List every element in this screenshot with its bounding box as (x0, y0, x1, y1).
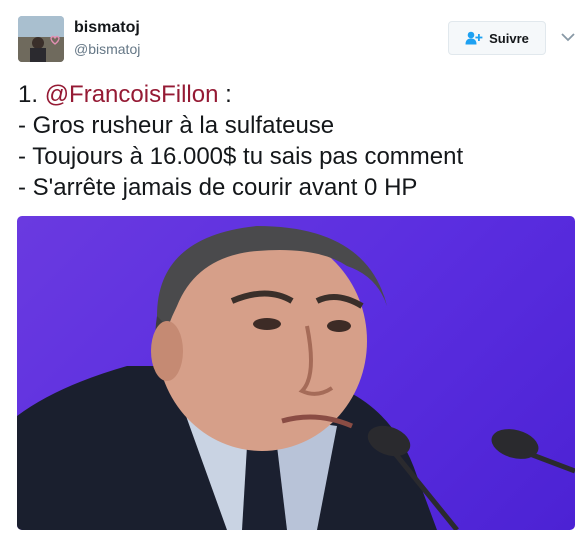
portrait-photo (17, 226, 575, 530)
add-user-icon (465, 31, 483, 45)
tweet-line-4: - S'arrête jamais de courir avant 0 HP (18, 174, 418, 201)
tweet-line-1: 1. @FrancoisFillon : (18, 79, 578, 110)
tweet-prefix: 1. (18, 81, 45, 108)
follow-button-label: Suivre (489, 30, 529, 46)
avatar-photo (18, 16, 64, 62)
avatar[interactable] (18, 16, 64, 62)
tweet-media-image[interactable] (17, 216, 575, 530)
follow-button[interactable]: Suivre (448, 21, 546, 55)
display-name[interactable]: bismatoj (74, 19, 140, 37)
more-options-button[interactable] (560, 30, 576, 44)
tweet-line-2: - Gros rusheur à la sulfateuse (18, 112, 335, 139)
chevron-down-icon (561, 33, 575, 42)
user-handle[interactable]: @bismatoj (74, 41, 140, 57)
tweet-line-3: - Toujours à 16.000$ tu sais pas comment (18, 143, 464, 170)
tweet-text: 1. @FrancoisFillon : - Gros rusheur à la… (18, 79, 578, 203)
tweet-suffix: : (218, 81, 232, 108)
mention-link[interactable]: @FrancoisFillon (45, 81, 219, 108)
